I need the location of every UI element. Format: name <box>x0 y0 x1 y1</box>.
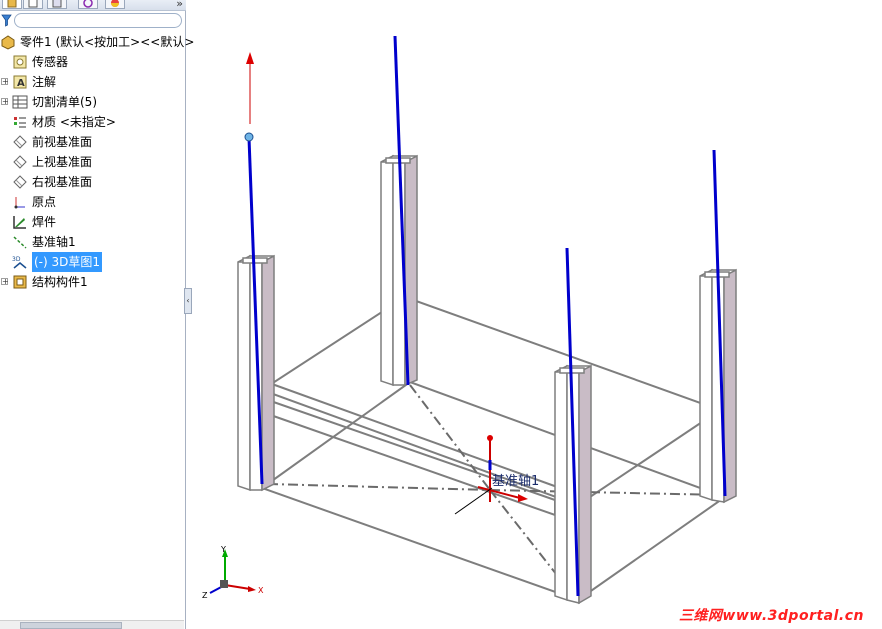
frame-edges <box>259 295 728 602</box>
plane-icon <box>13 135 27 149</box>
tree-item-label: 传感器 <box>32 55 69 69</box>
tab-configuration-manager[interactable] <box>47 0 67 9</box>
tree-item[interactable]: 材质 <未指定> <box>0 112 184 132</box>
tree-item-label: 切割清单(5) <box>32 95 97 109</box>
tree-item-label: 基准轴1 <box>32 235 76 249</box>
tree-item-label: 零件1 (默认<按加工><<默认> <box>20 35 195 49</box>
tree-item[interactable]: 原点 <box>0 192 184 212</box>
tree-item-label: 结构构件1 <box>32 275 88 289</box>
tree-item[interactable]: 右视基准面 <box>0 172 184 192</box>
display-manager-icon <box>111 0 119 7</box>
dimxpert-icon <box>83 0 93 8</box>
tab-feature-manager[interactable] <box>2 0 22 9</box>
triad-x-label: X <box>258 586 264 595</box>
filter-input[interactable] <box>14 13 182 28</box>
part-icon <box>1 35 15 50</box>
annotation-icon: A <box>13 75 27 89</box>
tube-back-left <box>380 154 418 387</box>
tree-item[interactable]: 焊件 <box>0 212 184 232</box>
plane-icon <box>13 155 27 169</box>
axis-direction-arrow[interactable] <box>244 52 254 142</box>
svg-text:A: A <box>17 78 25 89</box>
model-graphics <box>237 35 737 605</box>
construction-line <box>267 483 491 491</box>
expand-toggle[interactable]: + <box>1 278 9 286</box>
filter-icon[interactable] <box>1 14 12 27</box>
scrollbar-thumb[interactable] <box>20 622 122 629</box>
tab-display-manager[interactable] <box>105 0 125 9</box>
tree-item[interactable]: 前视基准面 <box>0 132 184 152</box>
panel-tab-strip: » <box>0 0 186 11</box>
reference-triad: Y X Z <box>202 545 264 600</box>
feature-manager-icon <box>7 0 17 8</box>
construction-line <box>489 489 723 496</box>
panel-expand-chevron[interactable]: » <box>176 0 183 10</box>
origin-icon <box>14 197 25 209</box>
tree-item-label: 材质 <未指定> <box>32 115 116 129</box>
svg-text:3D: 3D <box>12 256 21 263</box>
tree-item-label: 焊件 <box>32 215 57 229</box>
material-icon <box>14 117 26 128</box>
tree-item-label: 注解 <box>32 75 57 89</box>
configuration-manager-icon <box>52 0 62 8</box>
watermark: 三维网www.3dportal.cn <box>678 608 864 624</box>
tree-item-label: (-) 3D草图1 <box>32 252 103 272</box>
sensor-icon <box>13 55 27 69</box>
axis-callout-label: 基准轴1 <box>492 474 540 489</box>
horizontal-scrollbar[interactable] <box>0 620 184 629</box>
tree-item-label: 前视基准面 <box>32 135 93 149</box>
expand-toggle[interactable]: + <box>1 98 9 106</box>
cut-list-icon <box>12 95 28 109</box>
tree-item[interactable]: 上视基准面 <box>0 152 184 172</box>
plane-icon <box>13 175 27 189</box>
tree-item-label: 原点 <box>32 195 57 209</box>
tree-item[interactable]: 零件1 (默认<按加工><<默认> <box>0 32 194 52</box>
triad-y-label: Y <box>220 545 226 554</box>
weldment-icon <box>13 216 26 229</box>
tree-item-label: 右视基准面 <box>32 175 93 189</box>
structural-member-icon <box>13 275 27 289</box>
sketch-lines <box>247 35 727 597</box>
tree-item[interactable]: 基准轴1 <box>0 232 184 252</box>
property-manager-icon <box>28 0 38 8</box>
tree-item[interactable]: + 结构构件1 <box>0 272 184 292</box>
tree-item[interactable]: + 切割清单(5) <box>0 92 184 112</box>
axis-icon <box>13 236 27 249</box>
tree-item[interactable]: + A 注解 <box>0 72 184 92</box>
sketch-3d-icon: 3D <box>12 256 27 269</box>
expand-toggle[interactable]: + <box>1 78 9 86</box>
feature-manager-panel: » 零件1 (默认<按加工><<默认> 传感器 + A 注解 + 切割清单(5) 材质 <未指… <box>0 0 194 629</box>
filter-row <box>0 12 184 30</box>
triad-z-label: Z <box>202 591 208 600</box>
tab-dimxpert[interactable] <box>78 0 98 9</box>
tree-item-label: 上视基准面 <box>32 155 93 169</box>
tree-item[interactable]: 传感器 <box>0 52 184 72</box>
tab-property-manager[interactable] <box>23 0 43 9</box>
graphics-viewport[interactable]: 基准轴1 Y X Z 三维网www.3dportal.cn <box>186 0 882 629</box>
tree-item[interactable]: 3D (-) 3D草图1 <box>0 252 184 272</box>
